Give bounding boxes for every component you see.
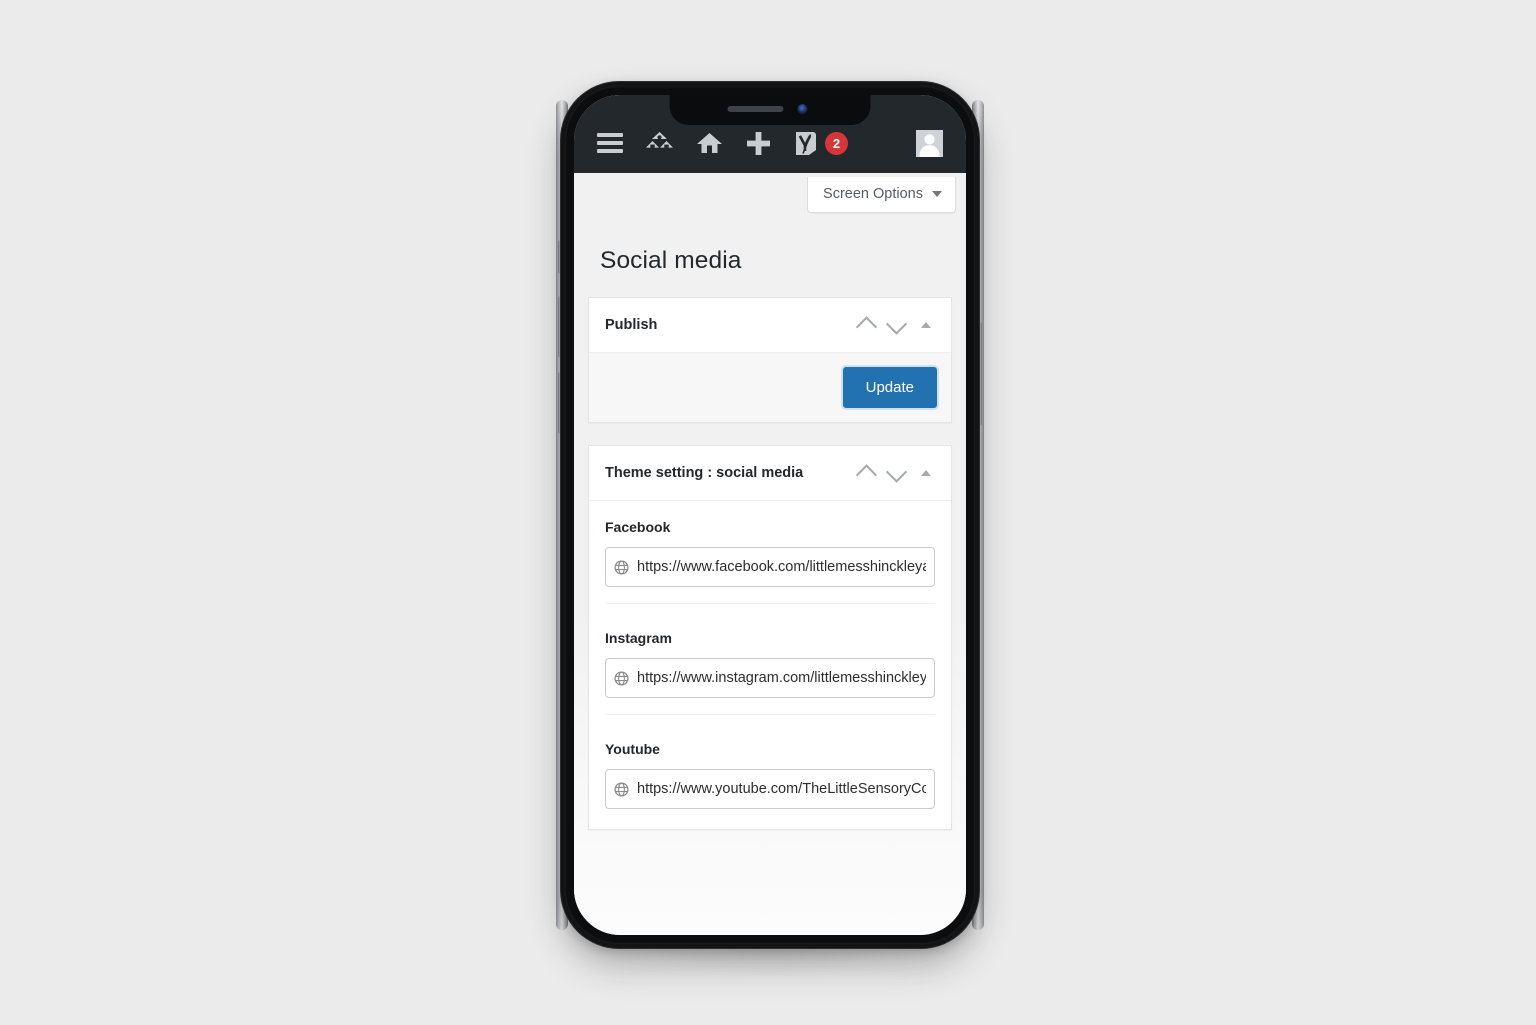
- adminbar-item-site-home[interactable]: [685, 123, 734, 163]
- youtube-field-label: Youtube: [605, 741, 660, 757]
- screen-options-button[interactable]: Screen Options: [807, 177, 956, 213]
- yoast-notification-badge: 2: [825, 131, 848, 155]
- adminbar-item-my-sites[interactable]: [634, 123, 685, 163]
- facebook-field-label: Facebook: [605, 519, 671, 535]
- panel-bottom-padding: [589, 815, 951, 829]
- adminbar-item-yoast-seo[interactable]: 2: [783, 123, 859, 163]
- chevron-up-icon: [855, 315, 877, 338]
- facebook-field-group: Facebook https://www.facebook.com/little…: [589, 501, 951, 610]
- facebook-url-value: https://www.facebook.com/littlemesshinck…: [637, 559, 926, 575]
- adminbar-item-my-account[interactable]: [905, 123, 954, 163]
- admin-menu-toggle[interactable]: [586, 123, 634, 163]
- triangle-up-icon: [921, 470, 931, 476]
- phone-device-mockup: 2 Screen Options Social media Publish Up…: [556, 82, 984, 948]
- youtube-field-group: Youtube https://www.youtube.com/TheLittl…: [589, 721, 951, 815]
- instagram-url-input[interactable]: https://www.instagram.com/littlemesshinc…: [605, 658, 935, 698]
- publish-metabox: Publish Update: [588, 297, 952, 423]
- chevron-up-icon: [855, 463, 877, 486]
- device-screen: 2 Screen Options Social media Publish Up…: [574, 95, 966, 935]
- earpiece-speaker-icon: [727, 106, 784, 112]
- stage: 2 Screen Options Social media Publish Up…: [0, 0, 1536, 1025]
- device-notch: [669, 95, 871, 125]
- publish-move-down-button[interactable]: [881, 312, 911, 338]
- hamburger-menu-icon: [597, 133, 623, 153]
- publish-metabox-header: Publish: [589, 298, 951, 353]
- page-title: Social media: [600, 247, 742, 274]
- chevron-down-icon: [885, 460, 907, 483]
- theme-setting-metabox: Theme setting : social media Facebook ht…: [588, 445, 952, 830]
- instagram-field-group: Instagram https://www.instagram.com/litt…: [589, 610, 951, 721]
- theme-setting-metabox-title: Theme setting : social media: [605, 465, 804, 481]
- facebook-url-input[interactable]: https://www.facebook.com/littlemesshinck…: [605, 547, 935, 587]
- yoast-seo-icon: [796, 132, 816, 155]
- multisite-network-icon: [646, 132, 673, 148]
- youtube-url-value: https://www.youtube.com/TheLittleSensory…: [637, 781, 926, 797]
- adminbar-item-new-content[interactable]: [734, 123, 783, 163]
- screen-options-label: Screen Options: [823, 186, 923, 202]
- front-camera-icon: [797, 104, 808, 114]
- screen-options-row: Screen Options: [574, 173, 966, 213]
- admin-page-content: Screen Options Social media Publish Upda…: [574, 173, 966, 935]
- theme-setting-move-up-button[interactable]: [851, 460, 881, 486]
- instagram-url-value: https://www.instagram.com/littlemesshinc…: [637, 670, 926, 686]
- theme-setting-collapse-toggle[interactable]: [911, 460, 941, 486]
- globe-icon: [614, 559, 629, 575]
- theme-setting-metabox-body: Facebook https://www.facebook.com/little…: [589, 501, 951, 829]
- publish-metabox-body: Update: [589, 353, 951, 422]
- field-divider: [605, 603, 935, 604]
- site-home-icon: [697, 132, 722, 153]
- instagram-field-label: Instagram: [605, 630, 672, 646]
- theme-setting-metabox-header: Theme setting : social media: [589, 446, 951, 501]
- publish-actions: Update: [589, 353, 951, 422]
- update-button[interactable]: Update: [842, 367, 937, 408]
- new-content-plus-icon: [747, 131, 770, 155]
- globe-icon: [614, 781, 629, 797]
- user-avatar-icon: [916, 129, 943, 157]
- publish-metabox-title: Publish: [605, 317, 658, 333]
- globe-icon: [614, 670, 629, 686]
- publish-move-up-button[interactable]: [851, 312, 881, 338]
- publish-collapse-toggle[interactable]: [911, 312, 941, 338]
- field-divider: [605, 714, 935, 715]
- caret-down-icon: [932, 191, 942, 197]
- triangle-up-icon: [921, 322, 931, 328]
- theme-setting-move-down-button[interactable]: [881, 460, 911, 486]
- youtube-url-input[interactable]: https://www.youtube.com/TheLittleSensory…: [605, 769, 935, 809]
- device-body: 2 Screen Options Social media Publish Up…: [561, 82, 979, 948]
- chevron-down-icon: [885, 312, 907, 335]
